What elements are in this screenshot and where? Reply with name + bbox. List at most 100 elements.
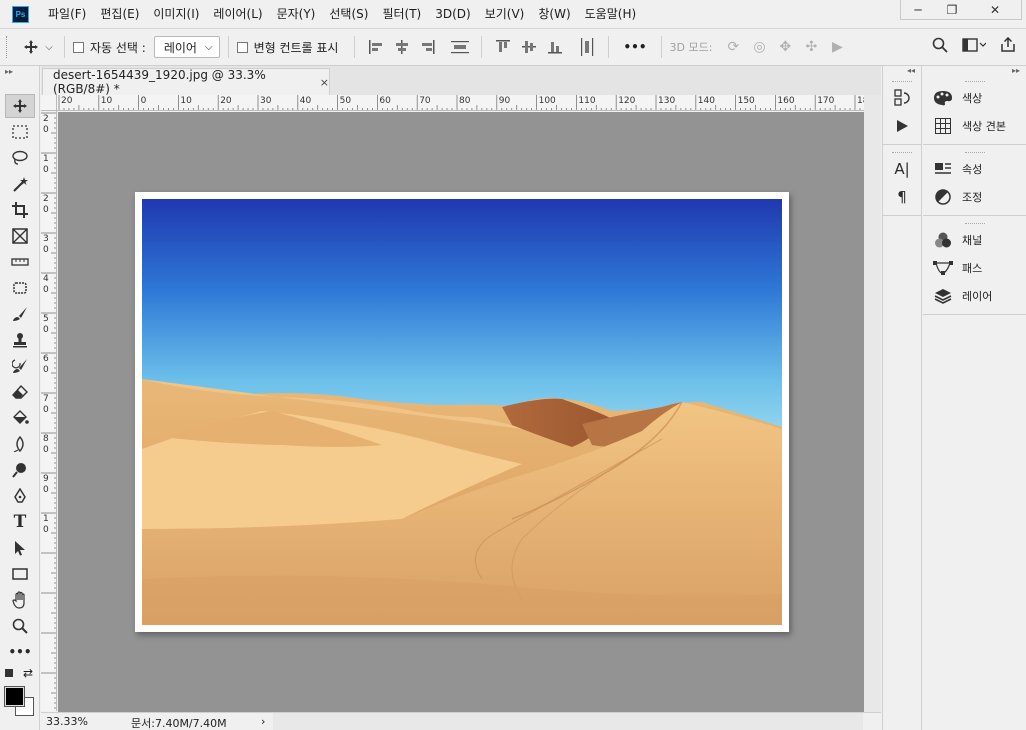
- menu-file[interactable]: 파일(F): [41, 0, 93, 28]
- 3d-camera-icon[interactable]: ▶: [824, 39, 850, 55]
- ruler-v-label: 5: [43, 314, 49, 324]
- more-options-button[interactable]: •••: [623, 40, 646, 54]
- panel-properties[interactable]: 속성: [923, 155, 1026, 183]
- desert-photo: [142, 199, 782, 625]
- magic-wand-icon[interactable]: [5, 172, 35, 196]
- auto-select-checkbox[interactable]: [73, 41, 84, 53]
- panel-label-color: 색상: [962, 92, 983, 105]
- vertical-scrollbar[interactable]: [864, 95, 881, 712]
- move-tool-icon[interactable]: [20, 36, 42, 58]
- panel-adjustments[interactable]: 조정: [923, 183, 1026, 211]
- foreground-color-swatch[interactable]: [4, 686, 25, 707]
- character-panel-icon[interactable]: A|: [883, 155, 921, 183]
- marquee-tool-icon[interactable]: [5, 120, 35, 144]
- dodge-tool-icon[interactable]: [5, 458, 35, 482]
- panel-swatches[interactable]: 색상 견본: [923, 112, 1026, 140]
- path-selection-icon[interactable]: [5, 536, 35, 560]
- menu-window[interactable]: 창(W): [531, 0, 577, 28]
- type-tool-icon[interactable]: T: [5, 510, 35, 534]
- document-tab[interactable]: desert-1654439_1920.jpg @ 33.3% (RGB/8#)…: [42, 68, 330, 96]
- menu-image[interactable]: 이미지(I): [146, 0, 206, 28]
- clone-stamp-icon[interactable]: [5, 328, 35, 352]
- paragraph-panel-icon[interactable]: ¶: [883, 183, 921, 211]
- divider: [923, 144, 1026, 145]
- paint-bucket-icon[interactable]: [5, 406, 35, 430]
- options-grip[interactable]: [6, 36, 10, 58]
- panel-color[interactable]: 색상: [923, 84, 1026, 112]
- eraser-tool-icon[interactable]: [5, 380, 35, 404]
- align-right-icon[interactable]: [417, 36, 439, 58]
- panel-paths[interactable]: 패스: [923, 254, 1026, 282]
- ruler-origin[interactable]: [41, 95, 57, 111]
- restore-button[interactable]: ❐: [935, 0, 969, 20]
- history-panel-icon[interactable]: [883, 84, 921, 112]
- vertical-ruler[interactable]: 2010203040506070809010: [41, 111, 57, 711]
- zoom-tool-icon[interactable]: [5, 614, 35, 638]
- ruler-h-label: 20: [220, 96, 232, 106]
- edit-toolbar-icon[interactable]: •••: [5, 640, 35, 664]
- panel-channels[interactable]: 채널: [923, 226, 1026, 254]
- panel-layers[interactable]: 레이어: [923, 282, 1026, 310]
- move-tool-icon[interactable]: [5, 94, 35, 118]
- 3d-rotate-icon[interactable]: ⟳: [720, 39, 746, 55]
- history-brush-icon[interactable]: [5, 354, 35, 378]
- menu-3d[interactable]: 3D(D): [428, 0, 477, 28]
- horizontal-scrollbar[interactable]: [273, 713, 863, 730]
- workspace-icon[interactable]: [962, 38, 987, 55]
- panel-label-channels: 채널: [962, 234, 983, 247]
- ruler-tool-icon[interactable]: [5, 250, 35, 274]
- swap-colors-icon[interactable]: ⇄: [23, 666, 33, 680]
- align-middle-v-icon[interactable]: [518, 36, 540, 58]
- menu-type[interactable]: 문자(Y): [270, 0, 323, 28]
- auto-select-dropdown[interactable]: 레이어 ⌵: [153, 36, 220, 58]
- align-top-icon[interactable]: [492, 36, 514, 58]
- menu-filter[interactable]: 필터(T): [375, 0, 428, 28]
- collapse-dock-icon[interactable]: ◂◂: [883, 66, 921, 78]
- panel-label-swatches: 색상 견본: [962, 120, 1006, 133]
- hand-tool-icon[interactable]: [5, 588, 35, 612]
- menu-edit[interactable]: 편집(E): [93, 0, 146, 28]
- 3d-roll-icon[interactable]: ◎: [746, 39, 772, 55]
- transform-controls-checkbox[interactable]: [236, 41, 248, 53]
- menu-view[interactable]: 보기(V): [478, 0, 532, 28]
- align-center-h-icon[interactable]: [391, 36, 413, 58]
- minimize-button[interactable]: ─: [901, 0, 935, 20]
- collapse-panels-icon[interactable]: ▸▸: [923, 66, 1026, 78]
- zoom-level[interactable]: 33.33%: [46, 715, 88, 728]
- 3d-drag-icon[interactable]: ✥: [772, 39, 798, 55]
- distribute-icon[interactable]: [449, 36, 471, 58]
- lasso-tool-icon[interactable]: [5, 146, 35, 170]
- pen-tool-icon[interactable]: [5, 484, 35, 508]
- document-canvas[interactable]: [135, 192, 789, 632]
- ruler-v-label: 6: [43, 354, 49, 364]
- align-bottom-icon[interactable]: [544, 36, 566, 58]
- menu-select[interactable]: 선택(S): [322, 0, 375, 28]
- search-icon[interactable]: [932, 37, 948, 56]
- frame-tool-icon[interactable]: [5, 224, 35, 248]
- close-button[interactable]: ✕: [969, 0, 1021, 20]
- 3d-slide-icon[interactable]: ✣: [798, 39, 824, 55]
- crop-tool-icon[interactable]: [5, 198, 35, 222]
- panel-label-layers: 레이어: [962, 290, 993, 303]
- document-size: 문서:7.40M/7.40M: [131, 717, 227, 730]
- status-menu-arrow-icon[interactable]: ›: [261, 715, 265, 728]
- rectangle-tool-icon[interactable]: [5, 562, 35, 586]
- panel-dock-icons: ◂◂ A| ¶: [882, 66, 922, 730]
- photoshop-logo-icon[interactable]: Ps: [12, 5, 29, 23]
- brush-tool-icon[interactable]: [5, 302, 35, 326]
- menu-help[interactable]: 도움말(H): [578, 0, 644, 28]
- close-tab-icon[interactable]: ×: [320, 76, 329, 89]
- actions-panel-icon[interactable]: [883, 112, 921, 140]
- default-colors-icon[interactable]: [5, 669, 13, 677]
- chevron-down-icon[interactable]: ⌵: [42, 36, 56, 58]
- distribute-v-icon[interactable]: [576, 36, 598, 58]
- spot-healing-icon[interactable]: [5, 276, 35, 300]
- canvas-area[interactable]: [58, 112, 864, 712]
- align-left-icon[interactable]: [365, 36, 387, 58]
- ruler-v-label: 8: [43, 434, 49, 444]
- share-icon[interactable]: [1000, 36, 1016, 56]
- horizontal-ruler[interactable]: 20 10 0 10 20 30 40 50 60 70 80 90 100 110 120 130 140 15…: [57, 95, 864, 111]
- menu-layer[interactable]: 레이어(L): [206, 0, 269, 28]
- blur-tool-icon[interactable]: [5, 432, 35, 456]
- collapse-toolbar-icon[interactable]: ▸▸: [0, 66, 39, 79]
